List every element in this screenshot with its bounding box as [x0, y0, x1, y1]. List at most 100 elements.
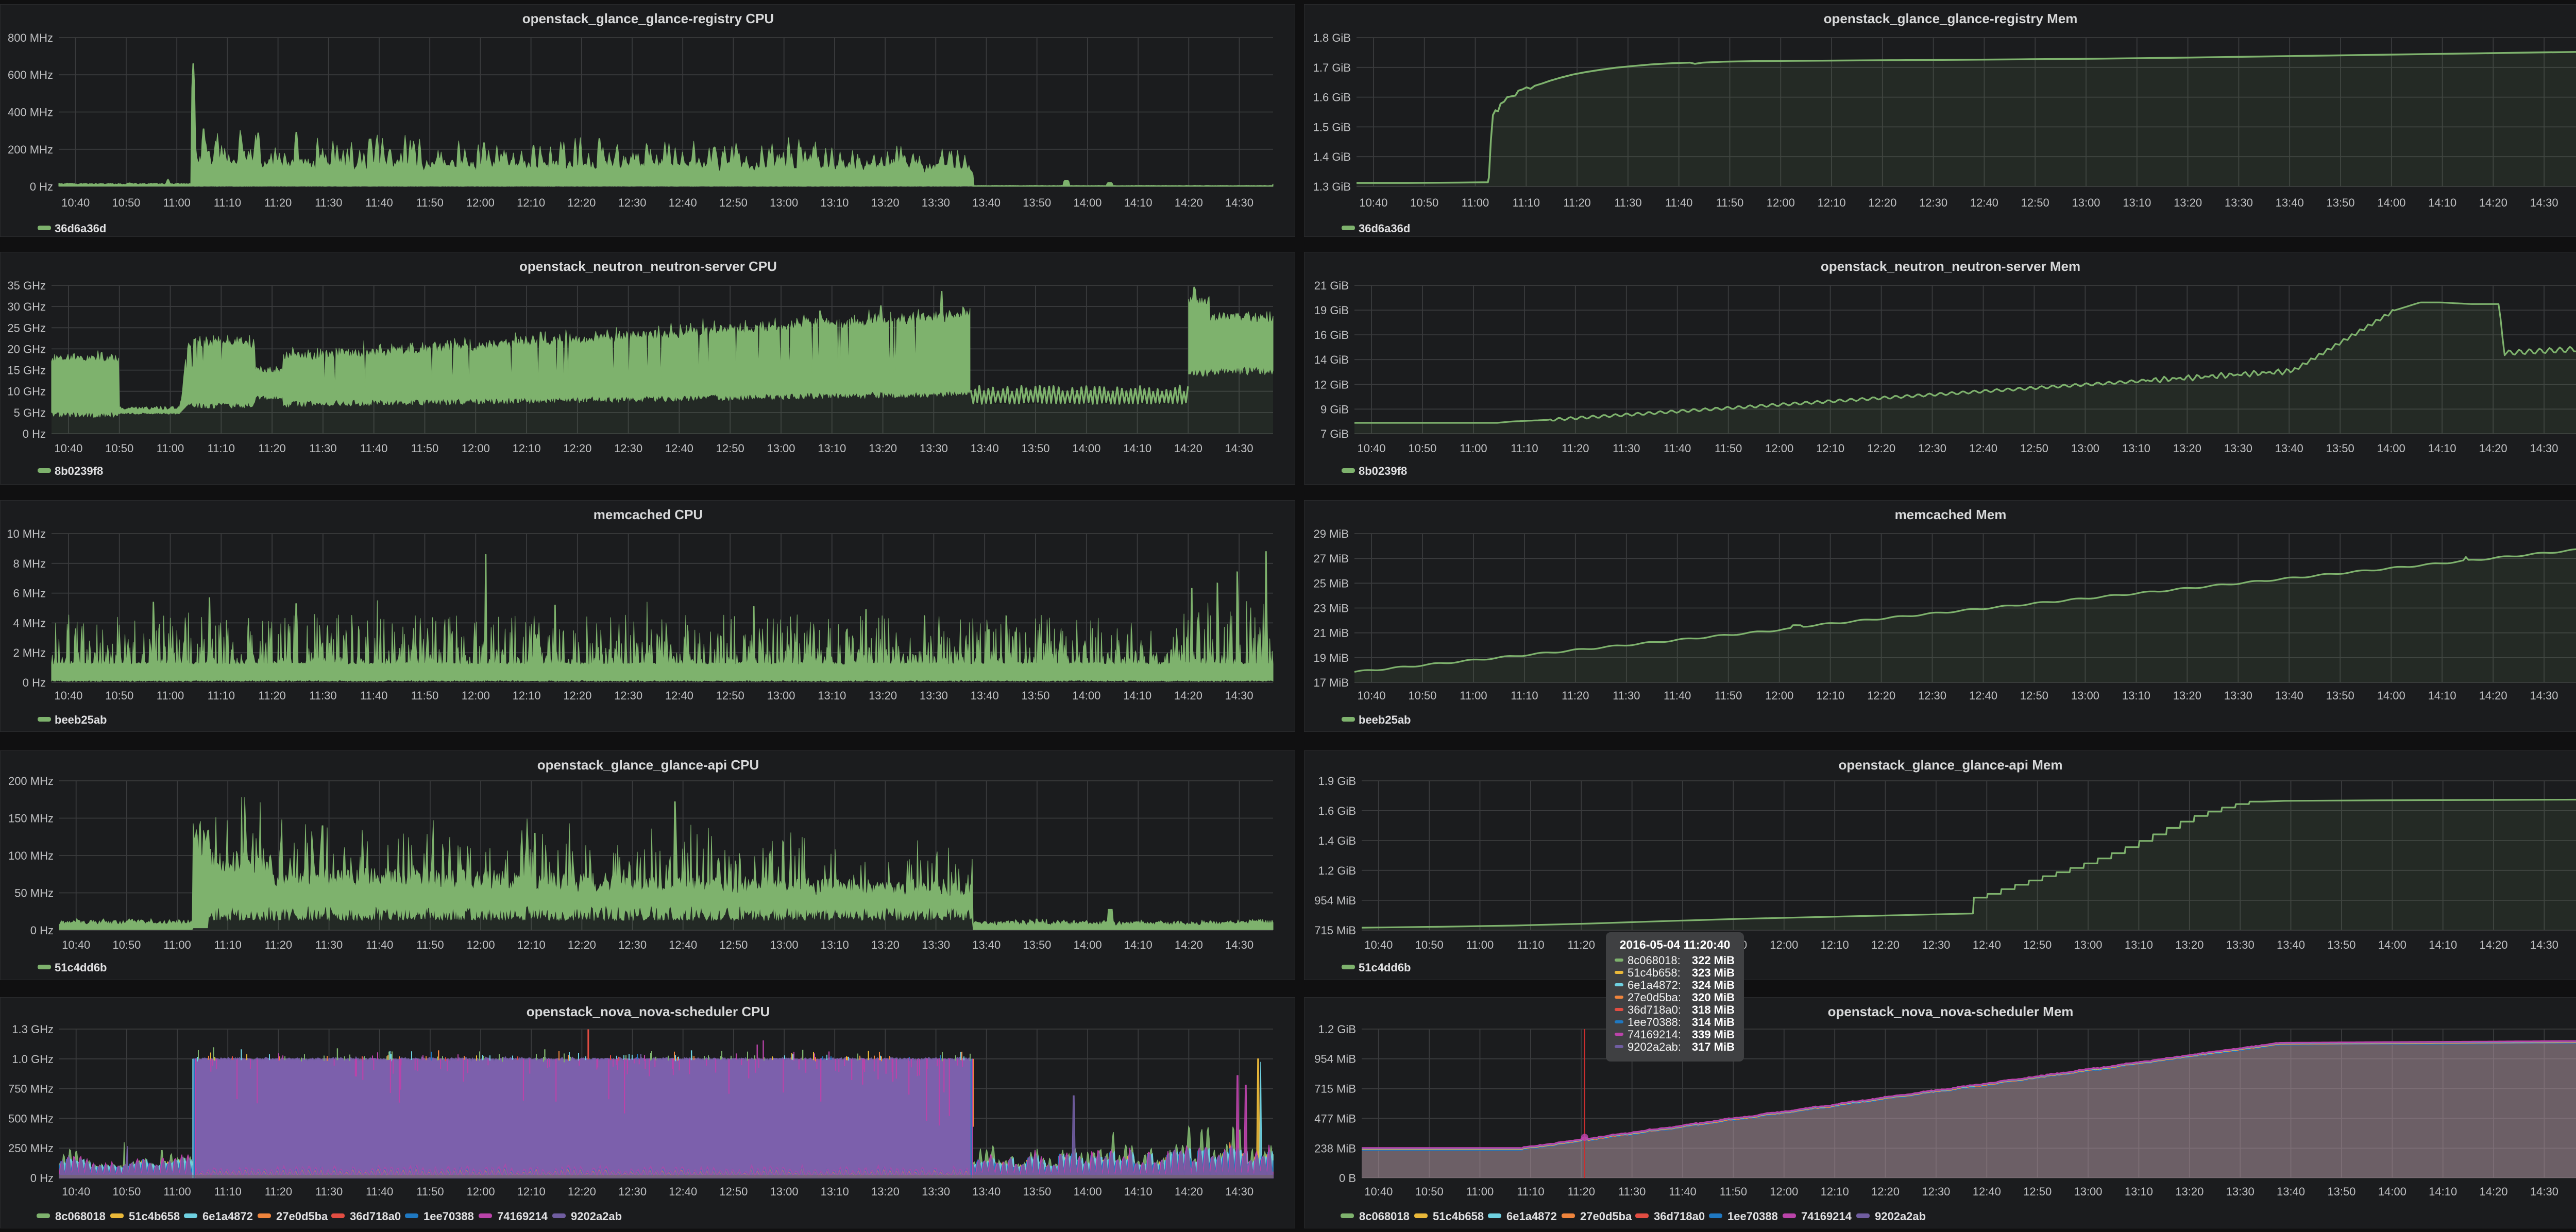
svg-text:8c068018: 8c068018: [55, 1210, 106, 1223]
svg-text:27e0d5ba: 27e0d5ba: [276, 1210, 328, 1223]
svg-text:10:40: 10:40: [1357, 442, 1385, 455]
svg-text:14:20: 14:20: [2479, 1185, 2507, 1198]
svg-text:11:00: 11:00: [157, 442, 184, 455]
svg-text:11:40: 11:40: [1665, 196, 1692, 209]
svg-text:13:20: 13:20: [869, 442, 897, 455]
svg-text:8c068018: 8c068018: [1359, 1210, 1410, 1223]
svg-text:11:50: 11:50: [416, 938, 444, 951]
svg-text:11:40: 11:40: [360, 689, 387, 702]
svg-text:12:30: 12:30: [1918, 689, 1946, 702]
svg-text:13:40: 13:40: [971, 442, 999, 455]
svg-text:13:50: 13:50: [2326, 689, 2354, 702]
svg-text:10:50: 10:50: [112, 938, 141, 951]
svg-text:1.6 GiB: 1.6 GiB: [1318, 805, 1356, 817]
svg-text:13:50: 13:50: [1023, 1185, 1051, 1198]
svg-text:openstack_glance_glance-regist: openstack_glance_glance-registry CPU: [522, 11, 774, 26]
svg-text:13:40: 13:40: [972, 938, 1001, 951]
svg-text:10:40: 10:40: [54, 689, 82, 702]
svg-text:12:00: 12:00: [462, 689, 490, 702]
svg-text:27 MiB: 27 MiB: [1314, 552, 1349, 565]
svg-text:openstack_neutron_neutron-serv: openstack_neutron_neutron-server Mem: [1821, 259, 2080, 274]
svg-text:11:00: 11:00: [1466, 938, 1494, 951]
svg-text:10:50: 10:50: [105, 442, 133, 455]
svg-text:13:00: 13:00: [2071, 442, 2099, 455]
svg-text:25 MiB: 25 MiB: [1314, 577, 1349, 590]
svg-text:11:20: 11:20: [1562, 689, 1589, 702]
svg-text:1.8 GiB: 1.8 GiB: [1313, 31, 1351, 44]
svg-text:12:40: 12:40: [665, 442, 693, 455]
svg-text:14:00: 14:00: [1074, 1185, 1102, 1198]
svg-text:11:50: 11:50: [1715, 689, 1742, 702]
svg-text:13:50: 13:50: [1023, 196, 1051, 209]
svg-text:10:50: 10:50: [1408, 689, 1436, 702]
svg-text:1.3 GHz: 1.3 GHz: [12, 1023, 54, 1036]
svg-text:openstack_glance_glance-regist: openstack_glance_glance-registry Mem: [1824, 11, 2078, 26]
svg-text:12:40: 12:40: [669, 196, 697, 209]
svg-text:13:00: 13:00: [770, 196, 798, 209]
svg-text:14:30: 14:30: [2530, 689, 2558, 702]
svg-text:11:00: 11:00: [163, 1185, 191, 1198]
svg-text:15 GHz: 15 GHz: [7, 364, 46, 377]
svg-text:14:30: 14:30: [1225, 938, 1253, 951]
svg-text:14:20: 14:20: [1175, 938, 1203, 951]
svg-text:12:40: 12:40: [1969, 442, 1997, 455]
svg-text:14:10: 14:10: [2429, 938, 2457, 951]
svg-text:13:00: 13:00: [767, 442, 795, 455]
svg-text:0 Hz: 0 Hz: [30, 180, 53, 193]
svg-text:11:00: 11:00: [163, 196, 190, 209]
svg-text:10:40: 10:40: [1359, 196, 1387, 209]
svg-text:11:00: 11:00: [1462, 196, 1489, 209]
svg-text:11:10: 11:10: [214, 938, 241, 951]
svg-text:5 GHz: 5 GHz: [14, 406, 46, 419]
svg-text:11:40: 11:40: [366, 938, 393, 951]
svg-text:13:40: 13:40: [972, 196, 1001, 209]
svg-text:11:00: 11:00: [1460, 689, 1487, 702]
svg-text:14:10: 14:10: [1124, 1185, 1153, 1198]
svg-text:11:50: 11:50: [1715, 442, 1742, 455]
svg-text:12:20: 12:20: [568, 938, 596, 951]
svg-text:11:10: 11:10: [208, 442, 235, 455]
svg-text:14:00: 14:00: [1074, 938, 1102, 951]
svg-text:100 MHz: 100 MHz: [8, 849, 54, 862]
svg-text:12:30: 12:30: [1922, 1185, 1950, 1198]
svg-text:11:10: 11:10: [208, 689, 235, 702]
svg-text:13:30: 13:30: [922, 1185, 950, 1198]
svg-text:14:10: 14:10: [1123, 689, 1151, 702]
svg-text:beeb25ab: beeb25ab: [55, 713, 107, 726]
svg-text:14:00: 14:00: [1072, 689, 1100, 702]
svg-text:0 B: 0 B: [1339, 1172, 1356, 1185]
svg-text:36d6a36d: 36d6a36d: [1359, 222, 1410, 235]
svg-text:13:30: 13:30: [2226, 1185, 2255, 1198]
svg-text:14:30: 14:30: [1225, 1185, 1253, 1198]
svg-text:13:50: 13:50: [2326, 196, 2354, 209]
svg-text:51c4b658: 51c4b658: [1433, 1210, 1484, 1223]
svg-text:13:40: 13:40: [2275, 689, 2303, 702]
svg-text:36d6a36d: 36d6a36d: [55, 222, 106, 235]
svg-text:11:30: 11:30: [309, 689, 336, 702]
svg-text:14:20: 14:20: [2479, 442, 2507, 455]
svg-text:openstack_neutron_neutron-serv: openstack_neutron_neutron-server CPU: [519, 259, 777, 274]
svg-text:openstack_glance_glance-api CP: openstack_glance_glance-api CPU: [537, 757, 759, 773]
svg-text:12:50: 12:50: [719, 938, 748, 951]
svg-text:12:40: 12:40: [669, 1185, 697, 1198]
svg-text:12:50: 12:50: [719, 196, 748, 209]
svg-text:10:50: 10:50: [1408, 442, 1436, 455]
svg-text:14:10: 14:10: [1123, 442, 1151, 455]
svg-text:21 MiB: 21 MiB: [1314, 627, 1349, 640]
svg-text:12:40: 12:40: [1973, 1185, 2001, 1198]
svg-text:11:50: 11:50: [411, 442, 438, 455]
svg-text:10:50: 10:50: [1415, 938, 1444, 951]
svg-text:11:20: 11:20: [1562, 442, 1589, 455]
svg-text:11:30: 11:30: [1613, 689, 1640, 702]
svg-text:13:10: 13:10: [818, 689, 846, 702]
svg-text:12:10: 12:10: [513, 442, 541, 455]
svg-text:12:00: 12:00: [462, 442, 490, 455]
svg-text:13:30: 13:30: [920, 442, 948, 455]
svg-text:12:40: 12:40: [665, 689, 693, 702]
svg-text:13:00: 13:00: [2074, 1185, 2102, 1198]
svg-text:12:50: 12:50: [2023, 1185, 2052, 1198]
svg-text:openstack_glance_glance-api Me: openstack_glance_glance-api Mem: [1839, 757, 2063, 773]
svg-text:14:10: 14:10: [2428, 442, 2456, 455]
svg-text:12:20: 12:20: [568, 1185, 596, 1198]
svg-text:12:30: 12:30: [1918, 442, 1946, 455]
